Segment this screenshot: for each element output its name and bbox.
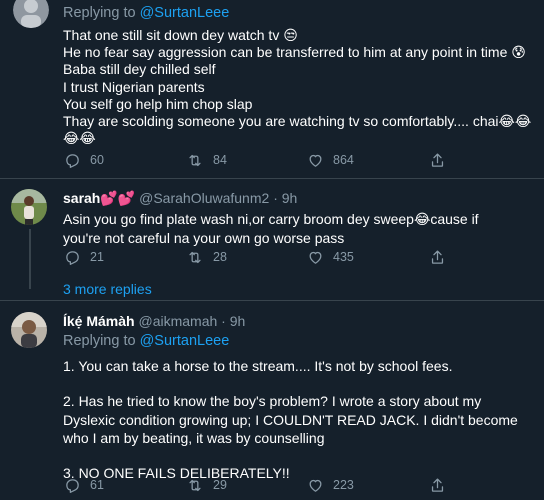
tweet-text: 1. You can take a horse to the stream...… [63, 357, 530, 482]
user-handle[interactable]: @aikmamah [138, 313, 217, 329]
reply-count: 60 [90, 153, 104, 167]
replying-handle-link[interactable]: @SurtanLeee [140, 5, 230, 21]
heart-icon [307, 477, 324, 494]
replying-to: Replying to @SurtanLeee [63, 3, 530, 23]
tweet-text: That one still sit down dey watch tv 😒 H… [63, 27, 532, 147]
heart-icon [307, 249, 324, 266]
replying-handle-link[interactable]: @SurtanLeee [140, 333, 230, 349]
tweet-header: sarah💕💕 @SarahOluwafunm2 · 9h [63, 188, 530, 208]
tweet-actions: 21 28 435 [0, 247, 544, 267]
like-button[interactable]: 864 [307, 152, 354, 169]
tweet-line: Baba still dey chilled self [63, 61, 216, 78]
like-count: 223 [333, 478, 354, 492]
like-button[interactable]: 223 [307, 477, 354, 494]
retweet-count: 29 [213, 478, 227, 492]
reply-button[interactable]: 61 [64, 477, 104, 494]
retweet-icon [186, 477, 204, 494]
avatar[interactable] [11, 189, 47, 225]
separator: · [273, 190, 278, 206]
show-more-replies-link[interactable]: 3 more replies [63, 280, 152, 298]
display-name[interactable]: Íkẹ́ Mámàh [63, 313, 135, 329]
retweet-button[interactable]: 28 [186, 249, 227, 266]
tweet-actions: 61 29 223 [0, 475, 544, 495]
retweet-count: 84 [213, 153, 227, 167]
retweet-icon [186, 152, 204, 169]
reply-icon [64, 477, 81, 494]
tweet-header: Íkẹ́ Mámàh @aikmamah · 9h [63, 311, 530, 331]
tweet-line [63, 375, 530, 392]
tweet-line: That one still sit down dey watch tv 😒 [63, 27, 298, 43]
share-icon [429, 152, 446, 169]
tweet-line: 1. You can take a horse to the stream...… [63, 358, 453, 374]
retweet-icon [186, 249, 204, 266]
replying-prefix: Replying to [63, 333, 136, 349]
tweet-line: Thay are scolding someone you are watchi… [63, 113, 532, 130]
display-name[interactable]: sarah💕💕 [63, 190, 135, 206]
reply-count: 21 [90, 250, 104, 264]
tweet-line: He no fear say aggression can be transfe… [63, 44, 526, 61]
separator: · [221, 313, 226, 329]
replying-prefix: Replying to [63, 5, 136, 21]
reply-button[interactable]: 60 [64, 152, 104, 169]
retweet-button[interactable]: 29 [186, 477, 227, 494]
share-icon [429, 477, 446, 494]
tweet-3[interactable]: Íkẹ́ Mámàh @aikmamah · 9h Replying to @S… [0, 301, 544, 500]
retweet-count: 28 [213, 250, 227, 264]
tweet-1[interactable]: Replying to @SurtanLeee That one still s… [0, 0, 544, 178]
like-count: 864 [333, 153, 354, 167]
tweet-line: I trust Nigerian parents [63, 78, 205, 95]
timeline: Replying to @SurtanLeee That one still s… [0, 0, 544, 500]
share-button[interactable] [429, 152, 446, 169]
like-button[interactable]: 435 [307, 249, 354, 266]
reply-icon [64, 152, 81, 169]
like-count: 435 [333, 250, 354, 264]
tweet-actions: 60 84 864 [0, 150, 544, 170]
share-button[interactable] [429, 477, 446, 494]
tweet-line [63, 447, 530, 464]
reply-button[interactable]: 21 [64, 249, 104, 266]
reply-icon [64, 249, 81, 266]
timestamp[interactable]: 9h [282, 190, 298, 206]
share-button[interactable] [429, 249, 446, 266]
retweet-button[interactable]: 84 [186, 152, 227, 169]
tweet-line: You self go help him chop slap [63, 95, 253, 112]
avatar[interactable] [11, 312, 47, 348]
user-handle[interactable]: @SarahOluwafunm2 [139, 190, 269, 206]
avatar[interactable] [13, 0, 49, 28]
replying-to: Replying to @SurtanLeee [63, 331, 530, 351]
share-icon [429, 249, 446, 266]
tweet-line: 2. Has he tried to know the boy's proble… [63, 393, 518, 446]
heart-icon [307, 152, 324, 169]
reply-count: 61 [90, 478, 104, 492]
tweet-line: 😂😂 [63, 130, 96, 147]
timestamp[interactable]: 9h [230, 313, 246, 329]
tweet-text: Asin you go find plate wash ni,or carry … [63, 211, 479, 246]
